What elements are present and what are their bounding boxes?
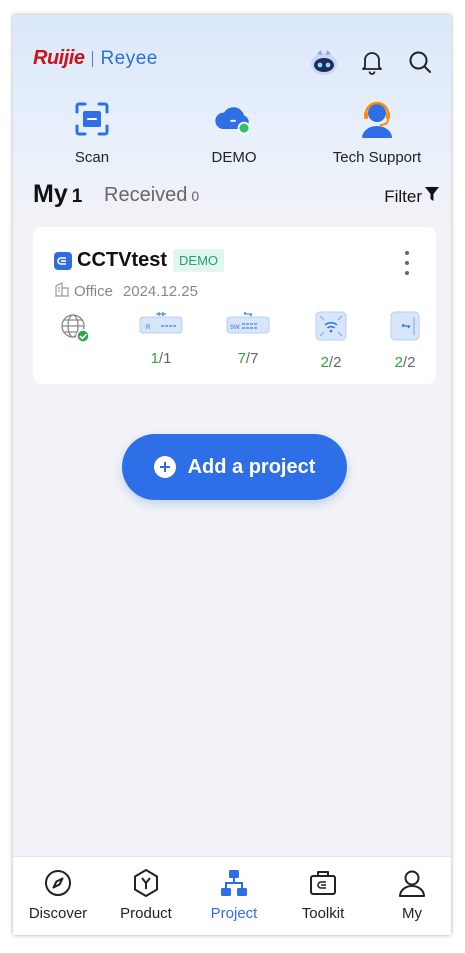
nav-label: Product	[120, 905, 172, 922]
filter-funnel-icon	[425, 186, 439, 207]
tab-my-label: My	[33, 180, 68, 208]
plus-circle-icon	[153, 456, 176, 478]
svg-text:SW: SW	[230, 325, 240, 331]
headset-agent-icon	[357, 99, 397, 139]
device-switch[interactable]: SW 7/7	[226, 311, 270, 367]
project-card[interactable]: CCTVtest DEMO Office 2024.12.25 R 1/1 SW…	[33, 227, 436, 384]
brand-logo: Ruijie Reyee	[33, 47, 158, 70]
tab-my-count: 1	[71, 186, 83, 207]
nav-label: Toolkit	[301, 905, 345, 922]
bridge-icon	[390, 311, 420, 346]
brand-primary: Ruijie	[33, 47, 85, 69]
brand-secondary: Reyee	[100, 47, 158, 69]
quick-actions: Scan DEMO Tech Support	[13, 99, 451, 171]
nav-discover[interactable]: Discover	[14, 867, 102, 922]
cloud-icon	[214, 99, 254, 139]
router-icon: R	[139, 311, 183, 342]
quick-action-label: DEMO	[211, 149, 257, 166]
tab-received-count: 0	[191, 188, 200, 204]
nav-toolkit[interactable]: Toolkit	[279, 867, 367, 922]
search-icon[interactable]	[403, 45, 437, 79]
project-tabs: My 1 Received 0 Filter	[33, 180, 439, 210]
internet-status[interactable]	[58, 311, 92, 350]
project-date: 2024.12.25	[122, 282, 198, 300]
quick-action-scan[interactable]: Scan	[37, 99, 147, 166]
logo-divider	[92, 50, 94, 67]
topology-icon	[218, 867, 250, 899]
filter-button[interactable]: Filter	[384, 186, 439, 207]
nav-my[interactable]: My	[368, 867, 451, 922]
project-type: Office	[74, 282, 113, 300]
project-name: CCTVtest	[77, 249, 168, 271]
bottom-navigation: Discover Product Project Toolkit My	[13, 856, 451, 935]
filter-label: Filter	[384, 186, 422, 206]
svg-text:R: R	[146, 325, 151, 331]
nav-project[interactable]: Project	[190, 867, 278, 922]
access-point-icon	[315, 311, 347, 346]
assistant-robot-icon[interactable]	[307, 45, 341, 79]
quick-action-demo[interactable]: DEMO	[179, 99, 289, 166]
device-summary: R 1/1 SW 7/7 2/2 2/2	[33, 311, 436, 371]
device-count: 2/2	[394, 354, 416, 371]
compass-icon	[42, 867, 74, 899]
tab-received-label: Received	[104, 184, 188, 206]
more-options-icon[interactable]	[404, 251, 410, 275]
top-icons	[307, 45, 437, 79]
add-project-label: Add a project	[187, 455, 316, 478]
internet-globe-icon	[58, 311, 92, 350]
toolbox-icon	[307, 867, 339, 899]
nav-label: My	[402, 905, 422, 922]
quick-action-label: Scan	[74, 149, 110, 166]
add-project-button[interactable]: Add a project	[122, 434, 347, 500]
hexagon-y-icon	[130, 867, 162, 899]
demo-badge: DEMO	[173, 249, 225, 272]
device-count: 1/1	[150, 350, 172, 367]
project-logo-icon	[54, 251, 72, 270]
building-icon	[54, 281, 70, 301]
tab-received[interactable]: Received 0	[104, 184, 199, 207]
scan-icon	[72, 99, 112, 139]
project-meta: Office 2024.12.25	[54, 281, 198, 301]
user-icon	[396, 867, 428, 899]
quick-action-label: Tech Support	[332, 149, 422, 166]
device-count: 2/2	[320, 354, 342, 371]
device-router[interactable]: R 1/1	[139, 311, 183, 367]
nav-product[interactable]: Product	[102, 867, 190, 922]
device-access-point[interactable]: 2/2	[315, 311, 347, 371]
app-screen: Ruijie Reyee Scan DEMO Tech Support My 1…	[13, 15, 451, 935]
nav-label: Project	[210, 905, 258, 922]
tab-my[interactable]: My 1	[33, 180, 82, 209]
device-count: 7/7	[237, 350, 259, 367]
quick-action-tech-support[interactable]: Tech Support	[322, 99, 432, 166]
switch-icon: SW	[226, 311, 270, 342]
project-title: CCTVtest DEMO	[54, 249, 225, 272]
nav-label: Discover	[28, 905, 88, 922]
bell-icon[interactable]	[355, 45, 389, 79]
device-bridge[interactable]: 2/2	[390, 311, 420, 371]
top-bar: Ruijie Reyee	[13, 45, 451, 79]
